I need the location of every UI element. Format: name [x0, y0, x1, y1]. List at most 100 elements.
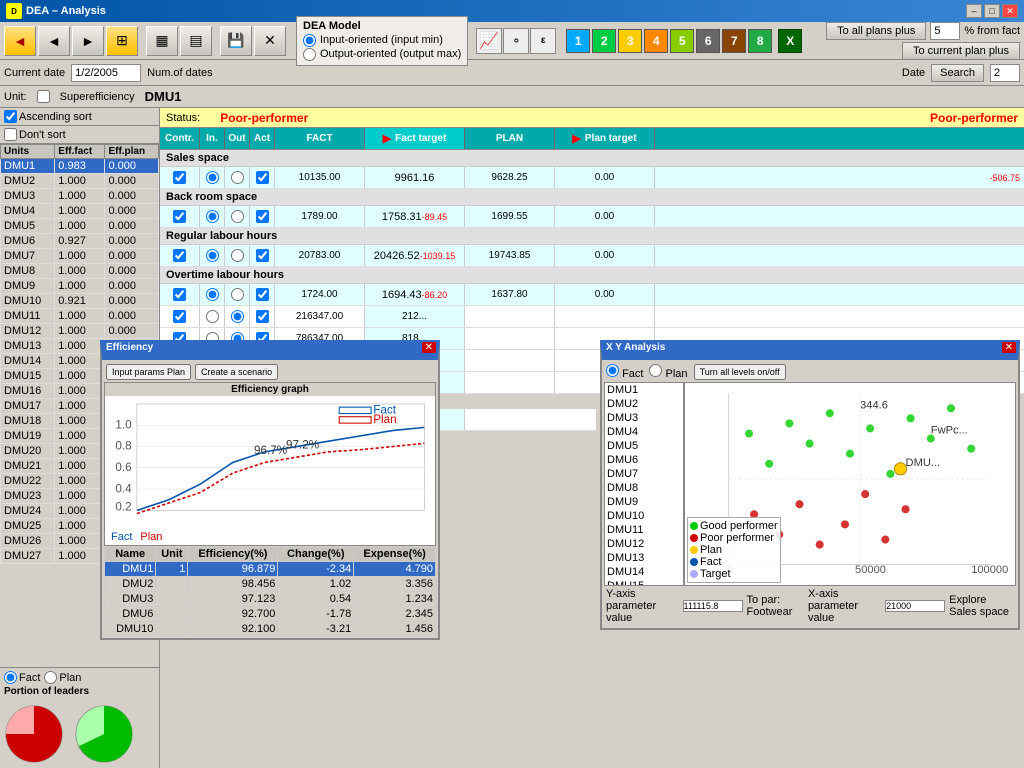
nav-home-button[interactable]: ◄	[4, 26, 36, 56]
input-oriented-row[interactable]: Input-oriented (input min)	[303, 34, 461, 47]
maximize-button[interactable]: □	[984, 4, 1000, 18]
fact-radio[interactable]	[4, 671, 17, 684]
nav-back-button[interactable]: ◄	[38, 26, 70, 56]
dmu-table-row[interactable]: DMU41.0000.000	[1, 204, 159, 219]
xy-dmu-row[interactable]: DMU4	[605, 425, 683, 439]
back-act-check[interactable]	[250, 206, 275, 227]
num-btn-5[interactable]: 5	[670, 29, 694, 53]
input-params-btn[interactable]: Input params Plan	[106, 364, 191, 380]
xy-fact-radio-label[interactable]: Fact	[606, 364, 643, 380]
minimize-button[interactable]: –	[966, 4, 982, 18]
efficiency-window-close[interactable]: ✕	[422, 342, 436, 353]
back-out-radio[interactable]	[225, 206, 250, 227]
back-contr-check[interactable]	[160, 206, 200, 227]
xy-x-param-input[interactable]	[885, 600, 945, 612]
num-btn-7[interactable]: 7	[722, 29, 746, 53]
input-oriented-radio[interactable]	[303, 34, 316, 47]
reg-in-radio[interactable]	[200, 245, 225, 266]
dont-sort-label[interactable]: Don't sort	[4, 128, 155, 141]
ot-out-radio[interactable]	[225, 284, 250, 305]
reg-out-radio[interactable]	[225, 245, 250, 266]
calculator-button[interactable]: ▤	[180, 26, 212, 56]
xy-dmu-row[interactable]: DMU15	[605, 579, 683, 586]
dmu-table-row[interactable]: DMU71.0000.000	[1, 249, 159, 264]
fact-radio-label[interactable]: Fact	[4, 671, 40, 684]
output-oriented-row[interactable]: Output-oriented (output max)	[303, 48, 461, 61]
turn-all-btn[interactable]: Turn all levels on/off	[694, 364, 786, 380]
reg-contr-check[interactable]	[160, 245, 200, 266]
xy-dmu-row[interactable]: DMU14	[605, 565, 683, 579]
num-btn-1[interactable]: 1	[566, 29, 590, 53]
xy-dmu-row[interactable]: DMU12	[605, 537, 683, 551]
eff-row-3[interactable]: DMU692.700-1.782.345	[105, 607, 436, 622]
close-button[interactable]: ✕	[1002, 4, 1018, 18]
dmu-table-row[interactable]: DMU111.0000.000	[1, 309, 159, 324]
nav-bookmark-button[interactable]: ⊞	[106, 26, 138, 56]
xy-fact-radio[interactable]	[606, 364, 619, 377]
search-input[interactable]	[990, 64, 1020, 82]
xy-dmu-row[interactable]: DMU5	[605, 439, 683, 453]
save-button[interactable]: 💾	[220, 26, 252, 56]
dmu-table-row[interactable]: DMU10.9830.000	[1, 159, 159, 174]
xy-dmu-row[interactable]: DMU7	[605, 467, 683, 481]
cancel-button[interactable]: ✕	[254, 26, 286, 56]
eff-row-4[interactable]: DMU1092.100-3.211.456	[105, 622, 436, 637]
num-btn-3[interactable]: 3	[618, 29, 642, 53]
sales-out-radio[interactable]	[225, 167, 250, 188]
dmu-table-row[interactable]: DMU60.9270.000	[1, 234, 159, 249]
create-scenario-btn[interactable]: Create a scenario	[195, 364, 278, 380]
xy-dmu-row[interactable]: DMU8	[605, 481, 683, 495]
ascending-sort-label[interactable]: Ascending sort	[4, 110, 92, 123]
excel-icon[interactable]: X	[778, 29, 802, 53]
to-all-plans-button[interactable]: To all plans plus	[826, 22, 926, 40]
ot-contr-check[interactable]	[160, 284, 200, 305]
plan-radio[interactable]	[44, 671, 57, 684]
chart-icon-1[interactable]: 📈	[476, 28, 502, 54]
xy-y-param-input[interactable]	[683, 600, 743, 612]
dmu-table-row[interactable]: DMU51.0000.000	[1, 219, 159, 234]
xy-dmu-row[interactable]: DMU3	[605, 411, 683, 425]
dmu-table-row[interactable]: DMU121.0000.000	[1, 324, 159, 339]
xy-dmu-row[interactable]: DMU1	[605, 383, 683, 397]
current-date-input[interactable]	[71, 64, 141, 82]
reg-act-check[interactable]	[250, 245, 275, 266]
dont-sort-check[interactable]	[4, 128, 17, 141]
back-in-radio[interactable]	[200, 206, 225, 227]
print-button[interactable]: ▦	[146, 26, 178, 56]
plan-radio-label[interactable]: Plan	[44, 671, 81, 684]
ot-in-radio[interactable]	[200, 284, 225, 305]
eff-row-2[interactable]: DMU397.1230.541.234	[105, 592, 436, 607]
xy-dmu-row[interactable]: DMU11	[605, 523, 683, 537]
xy-dmu-row[interactable]: DMU13	[605, 551, 683, 565]
to-current-plan-button[interactable]: To current plan plus	[902, 42, 1020, 60]
eff-row-selected[interactable]: DMU1196.879-2.344.790	[105, 562, 436, 577]
dmu-table-row[interactable]: DMU31.0000.000	[1, 189, 159, 204]
sales-act-check[interactable]	[250, 167, 275, 188]
search-button[interactable]: Search	[931, 64, 984, 82]
num-btn-4[interactable]: 4	[644, 29, 668, 53]
xy-dmu-row[interactable]: DMU9	[605, 495, 683, 509]
superefficiency-check[interactable]	[37, 90, 50, 103]
sales-contr-check[interactable]	[160, 167, 200, 188]
xy-dmu-list[interactable]: DMU1 DMU2 DMU3 DMU4 DMU5 DMU6 DMU7 DMU8 …	[604, 382, 684, 586]
output-oriented-radio[interactable]	[303, 48, 316, 61]
xy-dmu-row[interactable]: DMU10	[605, 509, 683, 523]
dmu-table-row[interactable]: DMU100.9210.000	[1, 294, 159, 309]
eff-table-area[interactable]: Name Unit Efficiency(%) Change(%) Expens…	[104, 546, 436, 636]
dmu-table-row[interactable]: DMU21.0000.000	[1, 174, 159, 189]
xy-dmu-row[interactable]: DMU6	[605, 453, 683, 467]
ot-act-check[interactable]	[250, 284, 275, 305]
xy-dmu-row[interactable]: DMU2	[605, 397, 683, 411]
xy-plan-radio-label[interactable]: Plan	[649, 364, 687, 380]
dmu-table-row[interactable]: DMU81.0000.000	[1, 264, 159, 279]
window-controls[interactable]: – □ ✕	[966, 4, 1018, 18]
sales-in-radio[interactable]	[200, 167, 225, 188]
nav-forward-button[interactable]: ►	[72, 26, 104, 56]
eff-row-1[interactable]: DMU298.4561.023.356	[105, 577, 436, 592]
num-btn-8[interactable]: 8	[748, 29, 772, 53]
ascending-sort-check[interactable]	[4, 110, 17, 123]
dmu-table-row[interactable]: DMU91.0000.000	[1, 279, 159, 294]
num-btn-6[interactable]: 6	[696, 29, 720, 53]
pct-input[interactable]	[930, 22, 960, 40]
xy-plan-radio[interactable]	[649, 364, 662, 377]
